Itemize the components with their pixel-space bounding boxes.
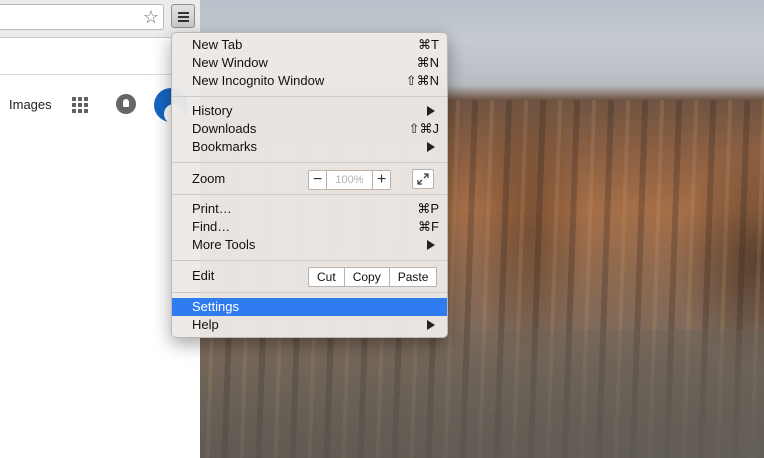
menu-item-label: Zoom bbox=[192, 171, 226, 186]
bookmarks-bar bbox=[0, 38, 200, 75]
menu-item-shortcut: ⌘T bbox=[418, 37, 439, 52]
bell-icon[interactable] bbox=[116, 94, 136, 114]
menu-separator bbox=[172, 292, 447, 293]
menu-item-new-tab[interactable]: New Tab ⌘T bbox=[172, 36, 447, 54]
menu-separator bbox=[172, 96, 447, 97]
wallpaper-lower-rock bbox=[200, 330, 764, 458]
browser-toolbar: ☆ bbox=[0, 0, 200, 38]
submenu-arrow-icon bbox=[427, 142, 435, 152]
browser-main-menu: New Tab ⌘T New Window ⌘N New Incognito W… bbox=[171, 32, 448, 338]
menu-item-new-incognito-window[interactable]: New Incognito Window ⇧⌘N bbox=[172, 72, 447, 90]
menu-separator bbox=[172, 194, 447, 195]
menu-item-shortcut: ⇧⌘N bbox=[405, 73, 439, 88]
submenu-arrow-icon bbox=[427, 106, 435, 116]
menu-item-shortcut: ⌘F bbox=[418, 219, 439, 234]
menu-item-shortcut: ⌘P bbox=[417, 201, 439, 216]
menu-separator bbox=[172, 162, 447, 163]
apps-grid-icon[interactable] bbox=[72, 97, 88, 113]
menu-item-settings[interactable]: Settings bbox=[172, 298, 447, 316]
menu-item-label: Print… bbox=[192, 201, 232, 216]
menu-item-label: History bbox=[192, 103, 233, 118]
images-link[interactable]: Images bbox=[9, 97, 52, 112]
menu-item-label: Help bbox=[192, 317, 219, 332]
fullscreen-button[interactable] bbox=[412, 169, 434, 189]
edit-controls: Cut Copy Paste bbox=[308, 267, 438, 287]
menu-item-more-tools[interactable]: More Tools bbox=[172, 236, 447, 254]
menu-item-bookmarks[interactable]: Bookmarks bbox=[172, 138, 447, 156]
menu-item-label: Edit bbox=[192, 268, 215, 283]
hamburger-menu-icon bbox=[178, 12, 189, 24]
menu-item-label: New Tab bbox=[192, 37, 243, 52]
copy-button[interactable]: Copy bbox=[343, 268, 389, 286]
menu-item-shortcut: ⇧⌘J bbox=[408, 121, 439, 136]
browser-window: ☆ Images bbox=[0, 0, 200, 458]
menu-item-label: Downloads bbox=[192, 121, 257, 136]
zoom-controls: − 100% + bbox=[308, 170, 391, 190]
submenu-arrow-icon bbox=[427, 240, 435, 250]
menu-item-find[interactable]: Find… ⌘F bbox=[172, 218, 447, 236]
menu-item-history[interactable]: History bbox=[172, 102, 447, 120]
menu-separator bbox=[172, 260, 447, 261]
menu-item-new-window[interactable]: New Window ⌘N bbox=[172, 54, 447, 72]
menu-item-label: Bookmarks bbox=[192, 139, 258, 154]
menu-item-label: Settings bbox=[192, 299, 239, 314]
star-icon[interactable]: ☆ bbox=[143, 7, 159, 27]
submenu-arrow-icon bbox=[427, 320, 435, 330]
address-bar[interactable]: ☆ bbox=[0, 4, 164, 30]
menu-item-shortcut: ⌘N bbox=[416, 55, 439, 70]
paste-button[interactable]: Paste bbox=[388, 268, 437, 286]
browser-menu-button[interactable] bbox=[171, 4, 195, 28]
menu-item-label: New Incognito Window bbox=[192, 73, 325, 88]
menu-item-label: New Window bbox=[192, 55, 268, 70]
menu-item-downloads[interactable]: Downloads ⇧⌘J bbox=[172, 120, 447, 138]
fullscreen-icon bbox=[417, 173, 429, 185]
zoom-in-button[interactable]: + bbox=[372, 171, 390, 189]
menu-item-label: Find… bbox=[192, 219, 231, 234]
menu-item-label: More Tools bbox=[192, 237, 256, 252]
cut-button[interactable]: Cut bbox=[309, 268, 344, 286]
menu-item-help[interactable]: Help bbox=[172, 316, 447, 334]
zoom-level: 100% bbox=[335, 174, 364, 186]
zoom-out-button[interactable]: − bbox=[309, 171, 327, 189]
menu-item-print[interactable]: Print… ⌘P bbox=[172, 200, 447, 218]
